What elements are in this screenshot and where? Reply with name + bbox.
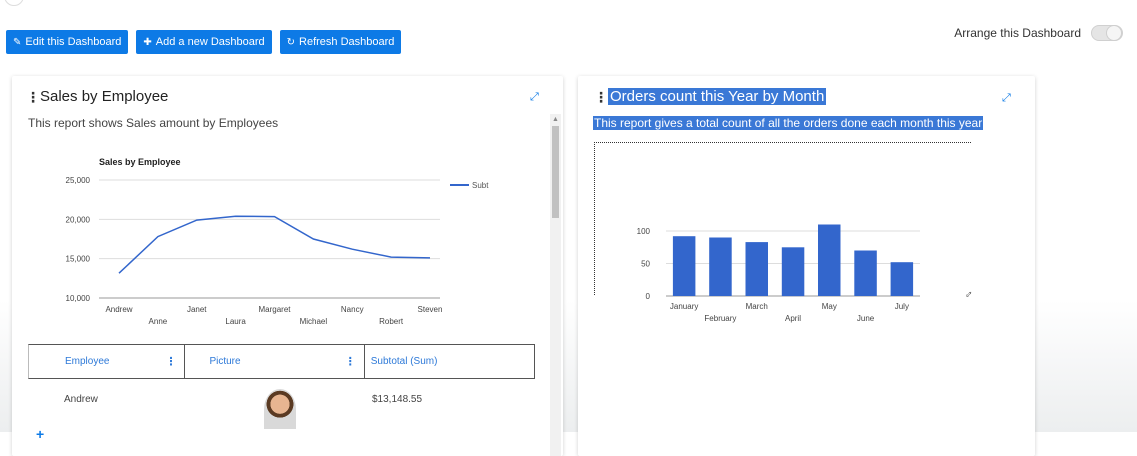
col-employee-label: Employee <box>65 356 110 367</box>
x-tick-label: Robert <box>379 317 404 326</box>
bar[interactable] <box>672 236 696 296</box>
edit-dashboard-label: Edit this Dashboard <box>25 36 122 48</box>
x-tick-label: July <box>895 302 909 311</box>
add-row-icon[interactable]: + <box>36 426 44 442</box>
y-tick-label: 100 <box>637 227 651 236</box>
arrange-dashboard: Arrange this Dashboard <box>954 25 1123 41</box>
plus-icon: ✚ <box>143 36 152 48</box>
legend-label: Subt <box>472 181 489 190</box>
refresh-dashboard-button[interactable]: ↻ Refresh Dashboard <box>279 30 402 54</box>
y-tick-label: 50 <box>641 260 650 269</box>
column-menu-icon[interactable]: ⋮ <box>165 355 176 368</box>
bar[interactable] <box>854 250 877 297</box>
add-dashboard-label: Add a new Dashboard <box>155 36 265 48</box>
scrollbar-thumb[interactable] <box>552 126 559 218</box>
card-header: ⋮ Sales by Employee <box>26 88 168 105</box>
arrange-dashboard-label: Arrange this Dashboard <box>954 26 1081 40</box>
col-picture-label: Picture <box>209 356 241 367</box>
y-tick-label: 15,000 <box>66 255 91 264</box>
card-header: ⋮ Orders count this Year by Month <box>594 88 827 105</box>
y-tick-label: 20,000 <box>66 215 91 224</box>
bar[interactable] <box>818 224 841 297</box>
expand-icon[interactable]: ⤢ <box>1002 92 1011 105</box>
scroll-up-icon[interactable]: ▲ <box>552 116 559 123</box>
bar[interactable] <box>709 237 732 297</box>
x-tick-label: Anne <box>149 317 168 326</box>
x-tick-label: April <box>785 314 801 323</box>
add-dashboard-button[interactable]: ✚ Add a new Dashboard <box>136 30 272 54</box>
sales-by-employee-card: ⋮ Sales by Employee ⤢ This report shows … <box>12 76 563 456</box>
orders-by-month-card: ⋮ Orders count this Year by Month ⤢ This… <box>578 76 1035 456</box>
cell-subtotal: $13,148.55 <box>372 393 423 405</box>
chart-title: Sales by Employee <box>99 157 181 167</box>
x-tick-label: Laura <box>225 317 246 326</box>
y-tick-label: 25,000 <box>66 176 91 185</box>
card-description: This report gives a total count of all t… <box>593 116 984 130</box>
x-tick-label: Michael <box>300 317 328 326</box>
series-line <box>118 215 431 274</box>
x-tick-label: March <box>746 302 768 311</box>
cell-employee: Andrew <box>64 393 98 405</box>
card-title: Sales by Employee <box>40 88 169 105</box>
x-tick-label: May <box>822 302 837 311</box>
col-subtotal-label: Subtotal (Sum) <box>370 356 438 367</box>
x-tick-label: Margaret <box>258 305 291 314</box>
col-employee[interactable]: Employee ⋮ <box>29 345 184 378</box>
refresh-dashboard-label: Refresh Dashboard <box>299 36 395 48</box>
x-tick-label: June <box>857 314 875 323</box>
orders-bar-chart: 100 50 0 January February March April May June J… <box>637 224 920 323</box>
x-tick-label: Janet <box>187 305 207 314</box>
card-title: Orders count this Year by Month <box>608 88 827 105</box>
employee-table: Employee ⋮ Picture ⋮ Subtotal (Sum) Andr… <box>28 344 535 429</box>
dashboard-toolbar: ✎ Edit this Dashboard ✚ Add a new Dashbo… <box>6 30 402 54</box>
x-tick-label: Nancy <box>341 305 364 314</box>
bar[interactable] <box>745 242 769 296</box>
edit-dashboard-button[interactable]: ✎ Edit this Dashboard <box>6 30 129 54</box>
card-description: This report shows Sales amount by Employ… <box>28 116 279 130</box>
x-tick-label: February <box>704 314 736 323</box>
card-menu-icon[interactable]: ⋮ <box>26 90 40 104</box>
top-avatar-fragment <box>4 0 24 6</box>
cell-picture <box>196 369 364 429</box>
sales-line-chart: Sales by Employee 25,000 20,000 15,000 10,0… <box>66 157 490 326</box>
arrange-toggle[interactable] <box>1091 25 1123 41</box>
col-subtotal[interactable]: Subtotal (Sum) <box>363 345 534 378</box>
bar[interactable] <box>781 247 805 297</box>
bar[interactable] <box>890 262 914 296</box>
refresh-icon: ↻ <box>286 36 296 48</box>
x-tick-label: January <box>670 302 698 311</box>
card-menu-icon[interactable]: ⋮ <box>594 90 608 104</box>
column-menu-icon[interactable]: ⋮ <box>345 355 356 368</box>
x-tick-label: Andrew <box>105 305 132 314</box>
y-tick-label: 10,000 <box>66 294 91 303</box>
card-scrollbar[interactable]: ▲ <box>550 114 561 456</box>
y-tick-label: 0 <box>646 292 651 301</box>
x-tick-label: Steven <box>418 305 443 314</box>
expand-icon[interactable]: ⤢ <box>530 91 539 104</box>
pencil-icon: ✎ <box>13 36 22 48</box>
toggle-knob <box>1106 25 1122 41</box>
table-row[interactable]: Andrew $13,148.55 <box>28 379 535 429</box>
employee-photo <box>264 389 296 429</box>
